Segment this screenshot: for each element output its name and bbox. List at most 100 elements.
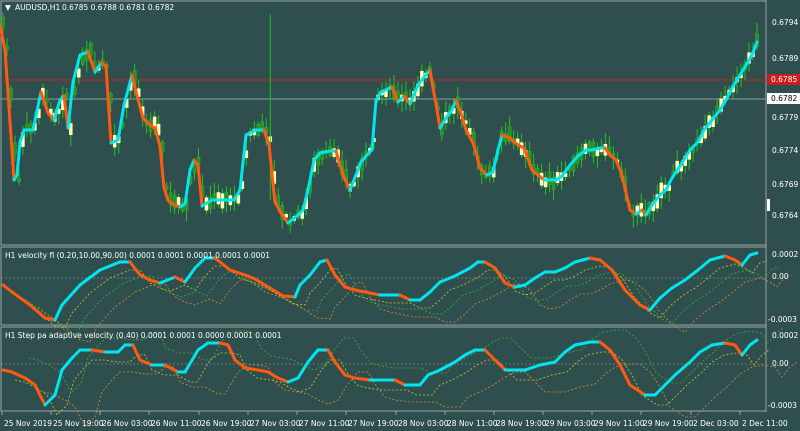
candle <box>324 140 328 159</box>
band-line <box>42 361 798 428</box>
candle <box>687 143 691 170</box>
indicator1-tick: 0.00 <box>772 272 789 281</box>
line-segment-up <box>318 149 332 155</box>
indicator2-tick: 0.0002 <box>772 331 798 340</box>
line-segment-up <box>98 260 122 272</box>
line-segment-up <box>15 140 22 177</box>
time-label: 27 Nov 03:00 <box>250 419 301 428</box>
line-segment-down <box>3 48 12 124</box>
line-segment-up <box>523 276 537 287</box>
line-segment-down <box>398 293 412 302</box>
time-label: 28 Nov 19:00 <box>496 419 547 428</box>
line-segment-down <box>173 275 187 284</box>
line-segment-down <box>343 373 357 380</box>
line-segment-down <box>343 285 357 292</box>
time-label: 25 Nov 19:00 <box>53 419 104 428</box>
line-segment-up <box>533 270 547 280</box>
line-segment-up <box>708 254 727 262</box>
line-segment-up <box>748 251 759 257</box>
line-segment-up <box>296 360 310 380</box>
time-label: 29 Nov 03:00 <box>545 419 596 428</box>
line-segment-down <box>8 120 16 182</box>
line-segment-down <box>226 343 237 362</box>
indicator2-tick: 0.00 <box>772 359 789 368</box>
time-label: 27 Nov 19:00 <box>348 419 399 428</box>
candle <box>571 153 576 177</box>
line-segment-down <box>363 290 382 297</box>
line-segment-up <box>683 268 700 282</box>
time-label: 25 Nov 2019 <box>4 419 52 428</box>
line-segment-up <box>60 283 82 307</box>
chart-window[interactable]: 0.6794 0.6789 0.6779 0.6774 0.6769 0.676… <box>0 0 800 431</box>
line-segment-up <box>53 368 64 397</box>
line-segment-up <box>658 286 674 300</box>
time-label: 27 Nov 11:00 <box>299 419 350 428</box>
triangle-down-icon[interactable]: ▼ <box>5 3 11 12</box>
line-segment-up <box>298 273 312 287</box>
line-segment-down <box>148 278 162 285</box>
line-segment-up <box>698 343 714 354</box>
candle <box>360 152 364 181</box>
candles <box>1 12 759 233</box>
candle <box>515 131 520 150</box>
ohlc-values: 0.6785 0.6788 0.6781 0.6782 <box>62 3 174 12</box>
price-axis: 0.6794 0.6789 0.6779 0.6774 0.6769 0.676… <box>772 18 798 220</box>
line-segment-up <box>438 360 457 372</box>
candle <box>651 194 656 223</box>
line-segment-down <box>276 376 290 384</box>
band-line <box>24 266 780 335</box>
line-segment-down <box>23 376 37 387</box>
time-label: 29 Nov 19:00 <box>643 419 694 428</box>
candle <box>503 122 508 146</box>
candle <box>384 81 388 106</box>
line-segment-up <box>293 283 302 299</box>
line-segment-down <box>33 383 47 407</box>
line-segment-down <box>483 260 497 270</box>
indicator2-tick: -0.0003 <box>768 401 797 410</box>
line-segment-down <box>333 360 347 377</box>
scroll-marker <box>767 199 770 211</box>
symbol-label: AUDUSD,H1 <box>15 3 60 12</box>
line-segment-up <box>418 290 432 302</box>
line-segment-up <box>688 350 702 364</box>
line-segment-up <box>523 363 542 372</box>
line-segment-up <box>308 260 322 277</box>
price-tick: 0.6789 <box>772 54 798 63</box>
line-segment-down <box>483 348 497 362</box>
line-segment-up <box>553 350 567 364</box>
main-indicator-line <box>0 23 759 225</box>
line-segment-down <box>393 378 407 387</box>
time-label: 26 Nov 19:00 <box>201 419 252 428</box>
indicator1-tick: 0.0002 <box>772 250 798 259</box>
line-segment-up <box>53 303 64 322</box>
time-label: 26 Nov 11:00 <box>151 419 202 428</box>
line-segment-down <box>628 383 647 397</box>
line-segment-up <box>553 266 567 274</box>
line-segment-down <box>253 277 272 290</box>
line-segment-down <box>128 260 142 277</box>
candle <box>248 128 253 143</box>
candle <box>320 148 324 166</box>
price-tick: 0.6769 <box>772 180 798 189</box>
line-segment-up <box>670 278 687 290</box>
candle <box>168 181 173 213</box>
candle <box>332 138 336 160</box>
time-label: 2 Dec 11:00 <box>742 419 788 428</box>
indicator2 <box>1 327 798 428</box>
line-segment-down <box>1 283 14 294</box>
candle <box>587 139 592 157</box>
line-segment-up <box>70 348 82 360</box>
price-tick: 0.6774 <box>772 146 798 155</box>
line-segment-down <box>723 341 737 347</box>
line-segment-down <box>598 340 612 352</box>
line-segment-up <box>563 343 577 354</box>
line-segment-down <box>353 376 372 382</box>
time-label: 28 Nov 11:00 <box>447 419 498 428</box>
line-segment-up <box>453 266 472 278</box>
band-line <box>14 349 770 416</box>
line-segment-down <box>723 254 737 262</box>
candle <box>81 47 85 67</box>
line-segment-down <box>43 316 57 322</box>
line-segment-down <box>431 86 438 106</box>
line-segment-down <box>266 370 280 380</box>
